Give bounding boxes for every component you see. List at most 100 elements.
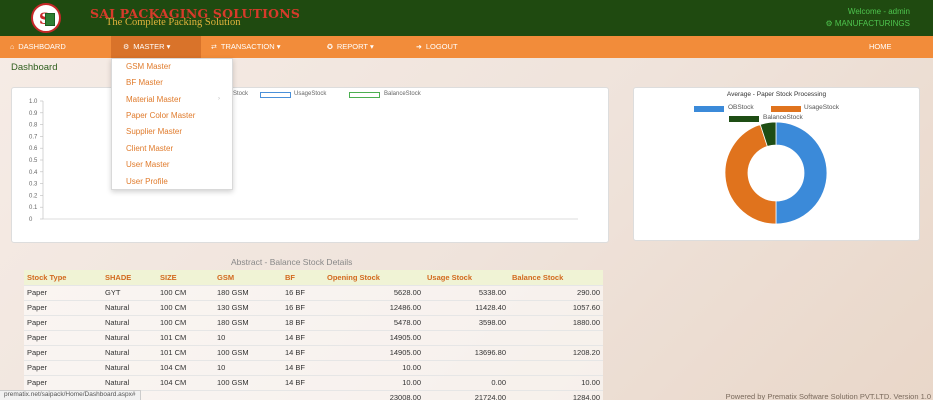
master-dropdown: GSM Master BF Master Material Master Pap… (111, 58, 233, 190)
dropdown-paper-color-master[interactable]: Paper Color Master (126, 111, 195, 120)
table-cell: Natural (102, 344, 157, 360)
column-header: SIZE (157, 270, 214, 285)
table-cell: Paper (24, 329, 102, 345)
table-cell: 14 BF (282, 344, 324, 360)
dropdown-bf-master[interactable]: BF Master (126, 78, 163, 87)
table-cell: 100 CM (157, 314, 214, 330)
table-cell: Paper (24, 299, 102, 315)
table-cell: 10.00 (324, 374, 424, 390)
table-cell: 10.00 (324, 359, 424, 375)
y-tick-label: 0.5 (29, 158, 38, 164)
table-cell: 14 BF (282, 359, 324, 375)
table-cell: 1208.20 (509, 344, 603, 360)
table-cell: 10 (214, 359, 282, 375)
table-cell: 23008.00 (324, 389, 424, 400)
column-header: Usage Stock (424, 270, 509, 285)
y-tick-label: 0.8 (29, 123, 38, 129)
table-cell: 10 (214, 329, 282, 345)
table-cell: 104 CM (157, 359, 214, 375)
chevron-right-icon: › (218, 96, 220, 102)
donut-legend-swatch-usagestock (771, 106, 801, 112)
y-tick-label: 0 (29, 217, 33, 223)
table-cell (509, 329, 603, 345)
table-cell: 3598.00 (424, 314, 509, 330)
table-cell: 14905.00 (324, 329, 424, 345)
table-cell: 14 BF (282, 329, 324, 345)
y-tick-label: 1.0 (29, 99, 38, 105)
table-cell: 16 BF (282, 284, 324, 300)
table-cell: 5478.00 (324, 314, 424, 330)
table-cell: Natural (102, 299, 157, 315)
table-cell: 14905.00 (324, 344, 424, 360)
balance-stock-table: Stock Type SHADE SIZE GSM BF Opening Sto… (24, 270, 603, 400)
table-row: Paper Natural 101 CM 100 GSM 14 BF 14905.00 13… (24, 344, 603, 360)
dropdown-material-master[interactable]: Material Master (126, 95, 181, 104)
donut-chart-title: Average - Paper Stock Processing (726, 91, 827, 98)
table-cell: 5338.00 (424, 284, 509, 300)
column-header: BF (282, 270, 324, 285)
table-caption: Abstract - Balance Stock Details (231, 257, 353, 267)
table-cell: Natural (102, 359, 157, 375)
table-cell (157, 389, 214, 400)
table-cell: 1057.60 (509, 299, 603, 315)
table-cell: Paper (24, 314, 102, 330)
dropdown-client-master[interactable]: Client Master (126, 144, 173, 153)
table-cell: 21724.00 (424, 389, 509, 400)
table-cell (424, 359, 509, 375)
table-cell: 1284.00 (509, 389, 603, 400)
dropdown-gsm-master[interactable]: GSM Master (126, 62, 171, 71)
table-cell: 0.00 (424, 374, 509, 390)
table-cell: 11428.40 (424, 299, 509, 315)
table-cell: 12486.00 (324, 299, 424, 315)
table-cell: 101 CM (157, 344, 214, 360)
table-cell: 101 CM (157, 329, 214, 345)
table-cell: Paper (24, 344, 102, 360)
table-cell: 10.00 (509, 374, 603, 390)
dropdown-user-master[interactable]: User Master (126, 160, 170, 169)
table-cell: Paper (24, 359, 102, 375)
table-cell: 1880.00 (509, 314, 603, 330)
column-header: SHADE (102, 270, 157, 285)
table-row: Paper GYT 100 CM 180 GSM 16 BF 5628.00 5338.00… (24, 284, 603, 300)
y-tick-label: 0.2 (29, 193, 38, 199)
table-cell: Natural (102, 314, 157, 330)
table-cell: 290.00 (509, 284, 603, 300)
table-cell: 100 CM (157, 299, 214, 315)
table-header-row: Stock Type SHADE SIZE GSM BF Opening Sto… (24, 270, 603, 285)
y-tick-label: 0.3 (29, 182, 38, 188)
table-cell: 18 BF (282, 314, 324, 330)
table-cell: 100 CM (157, 284, 214, 300)
y-tick-label: 0.6 (29, 146, 38, 152)
table-row: Paper Natural 100 CM 130 GSM 16 BF 12486.00 11… (24, 299, 603, 315)
donut-legend-obstock: OBStock (728, 104, 754, 111)
table-cell: 5628.00 (324, 284, 424, 300)
paper-stock-donut-chart (724, 121, 828, 225)
table-row: Paper Natural 101 CM 10 14 BF 14905.00 (24, 329, 603, 345)
browser-status-url: prematix.net/saipack/Home/Dashboard.aspx… (0, 390, 141, 400)
dropdown-user-profile[interactable]: User Profile (126, 177, 168, 186)
y-tick-label: 0.1 (29, 205, 38, 211)
donut-legend-usagestock: UsageStock (804, 104, 840, 111)
footer-text: Powered by Prematix Software Solution PV… (725, 392, 931, 400)
column-header: Opening Stock (324, 270, 424, 285)
table-cell: 104 CM (157, 374, 214, 390)
table-cell: Paper (24, 284, 102, 300)
donut-slice-obstock (775, 121, 828, 225)
table-row: Paper Natural 104 CM 100 GSM 14 BF 10.00 0.00 1… (24, 374, 603, 390)
table-cell: Natural (102, 329, 157, 345)
table-cell: 16 BF (282, 299, 324, 315)
table-cell: GYT (102, 284, 157, 300)
y-tick-label: 0.4 (29, 170, 38, 176)
donut-legend-swatch-obstock (694, 106, 724, 112)
table-row: Paper Natural 100 CM 180 GSM 18 BF 5478.00 359… (24, 314, 603, 330)
table-cell: 100 GSM (214, 344, 282, 360)
table-cell (214, 389, 282, 400)
table-cell (282, 389, 324, 400)
table-cell: 180 GSM (214, 284, 282, 300)
table-cell (424, 329, 509, 345)
column-header: Stock Type (24, 270, 102, 285)
table-cell: 130 GSM (214, 299, 282, 315)
y-tick-label: 0.9 (29, 111, 38, 117)
table-cell: 13696.80 (424, 344, 509, 360)
dropdown-supplier-master[interactable]: Supplier Master (126, 127, 182, 136)
